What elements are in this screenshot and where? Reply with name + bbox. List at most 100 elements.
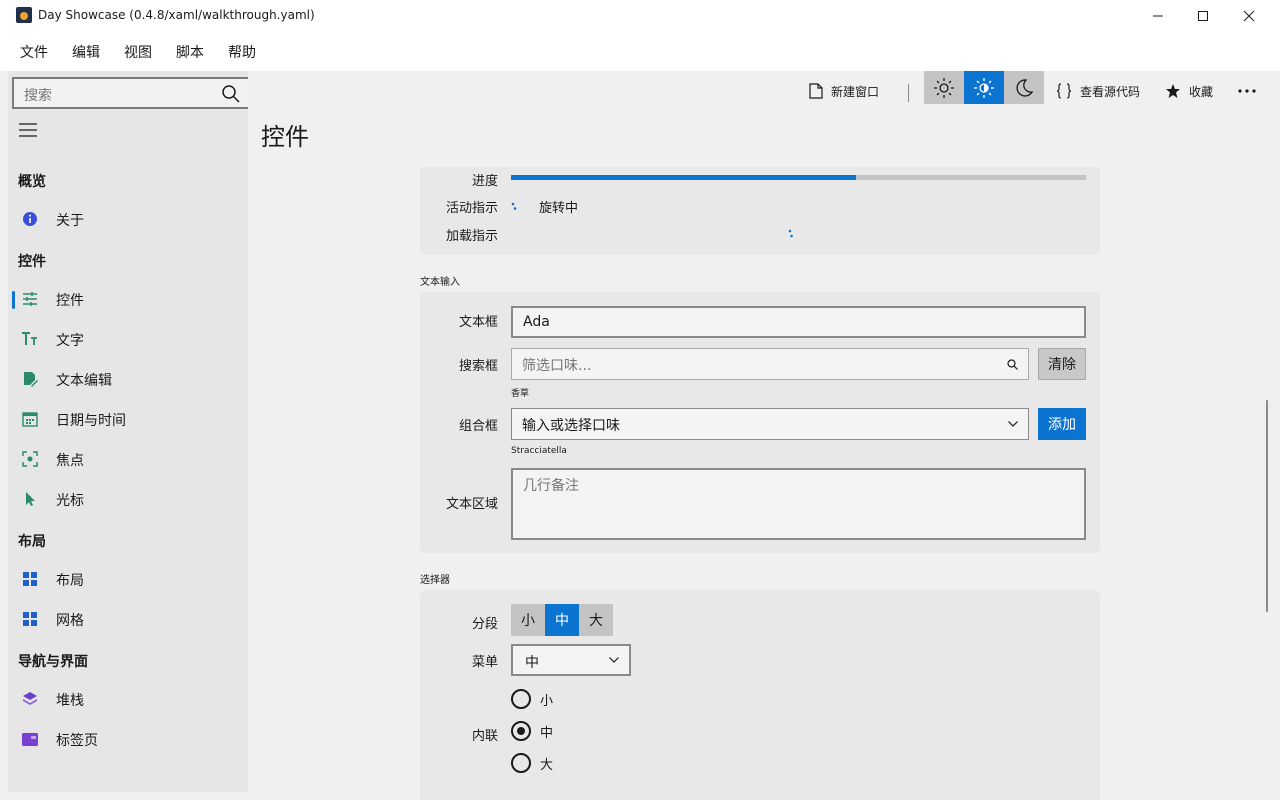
inline-radio-label: 内联 xyxy=(471,729,498,744)
segment-medium[interactable]: 中 xyxy=(545,604,579,636)
textbox-input[interactable]: Ada xyxy=(511,306,1086,338)
search-icon[interactable] xyxy=(221,84,241,104)
menu-view[interactable]: 视图 xyxy=(124,42,152,62)
searchbox-input[interactable]: 筛选口味... xyxy=(511,348,1029,380)
maximize-button[interactable] xyxy=(1180,0,1226,32)
sidebar-item-cursor[interactable]: 光标 xyxy=(8,481,248,517)
sidebar-item-tabs[interactable]: 标签页 xyxy=(8,721,248,757)
loading-dots-icon xyxy=(788,229,793,238)
status-card xyxy=(420,167,1100,255)
radio-large[interactable]: 大 xyxy=(511,752,631,776)
spinner-icon xyxy=(511,202,517,210)
cursor-icon xyxy=(26,492,35,506)
chevron-down-icon[interactable] xyxy=(1008,421,1018,427)
toolbar: 新建窗口 查看源代码 收藏 xyxy=(248,71,1280,111)
minimize-button[interactable] xyxy=(1135,0,1181,32)
light-theme-button[interactable] xyxy=(924,71,964,104)
menu-bar: 文件 编辑 视图 脚本 帮助 xyxy=(0,32,1280,71)
sidebar: 搜索 概览 关于 控件 控件 文字 文本编辑 日期与时间 焦点 光标 布局 布局… xyxy=(8,71,251,792)
segment-label: 分段 xyxy=(471,617,498,632)
radio-button-checked[interactable] xyxy=(511,721,531,741)
sidebar-item-controls[interactable]: 控件 xyxy=(8,281,248,317)
chevron-down-icon xyxy=(609,657,619,663)
sidebar-item-focus[interactable]: 焦点 xyxy=(8,441,248,477)
info-icon xyxy=(23,212,37,226)
search-icon xyxy=(1007,359,1018,370)
sidebar-item-text[interactable]: 文字 xyxy=(8,321,248,357)
progress-label: 进度 xyxy=(471,174,498,189)
close-icon xyxy=(1243,10,1255,22)
searchbox-label: 搜索框 xyxy=(458,359,498,374)
activity-text: 旋转中 xyxy=(539,201,579,216)
star-icon xyxy=(1166,84,1180,98)
menu-file[interactable]: 文件 xyxy=(20,42,48,62)
sliders-icon xyxy=(23,292,37,306)
progress-fill xyxy=(511,175,856,180)
menu-select[interactable]: 中 xyxy=(511,644,631,676)
sun-icon xyxy=(934,77,954,98)
progress-bar xyxy=(511,175,1086,180)
radio-button[interactable] xyxy=(511,753,531,773)
loading-label: 加载指示 xyxy=(445,229,498,244)
sidebar-item-layout[interactable]: 布局 xyxy=(8,561,248,597)
text-icon xyxy=(22,332,37,345)
new-window-button[interactable]: 新建窗口 xyxy=(809,71,879,111)
radio-button[interactable] xyxy=(511,689,531,709)
page-title: 控件 xyxy=(261,123,309,151)
segmented-control: 小 中 大 xyxy=(511,604,613,636)
textarea-label: 文本区域 xyxy=(445,497,498,512)
toolbar-separator xyxy=(908,84,909,102)
selectors-group-title: 选择器 xyxy=(420,575,450,586)
radio-small[interactable]: 小 xyxy=(511,688,631,712)
hamburger-menu-icon[interactable] xyxy=(19,123,37,137)
auto-theme-icon xyxy=(974,77,994,98)
content-area: 进度 活动指示 旋转中 加载指示 文本输入 文本框 Ada 搜索框 筛选口味..… xyxy=(248,167,1268,800)
search-input[interactable]: 搜索 xyxy=(24,85,52,105)
minimize-icon xyxy=(1153,15,1163,17)
sidebar-section-navigation: 导航与界面 xyxy=(18,654,88,670)
app-logo-icon xyxy=(16,7,32,23)
combobox-input[interactable]: 输入或选择口味 xyxy=(511,408,1029,440)
add-button[interactable]: 添加 xyxy=(1038,408,1086,440)
more-options-button[interactable] xyxy=(1238,71,1264,111)
menu-script[interactable]: 脚本 xyxy=(176,42,204,62)
edit-document-icon xyxy=(24,372,38,387)
close-button[interactable] xyxy=(1226,0,1272,32)
more-icon xyxy=(1238,89,1256,93)
auto-theme-button[interactable] xyxy=(964,71,1004,104)
view-source-button[interactable]: 查看源代码 xyxy=(1056,71,1140,111)
grid-icon xyxy=(23,612,37,626)
segment-small[interactable]: 小 xyxy=(511,604,545,636)
calendar-icon xyxy=(22,412,38,427)
text-input-group-title: 文本输入 xyxy=(420,277,460,288)
maximize-icon xyxy=(1198,11,1208,21)
layout-grid-icon xyxy=(23,572,37,586)
clear-button[interactable]: 清除 xyxy=(1038,348,1086,380)
favorite-button[interactable]: 收藏 xyxy=(1165,71,1213,111)
dark-theme-button[interactable] xyxy=(1004,71,1044,104)
combobox-label: 组合框 xyxy=(458,419,498,434)
sidebar-item-about[interactable]: 关于 xyxy=(8,201,248,237)
sidebar-item-text-editing[interactable]: 文本编辑 xyxy=(8,361,248,397)
menu-edit[interactable]: 编辑 xyxy=(72,42,100,62)
focus-icon xyxy=(22,451,38,467)
radio-medium[interactable]: 中 xyxy=(511,720,631,744)
document-icon xyxy=(809,83,823,99)
sidebar-section-overview: 概览 xyxy=(18,174,46,190)
combobox-helper: Stracciatella xyxy=(511,446,567,456)
menu-select-label: 菜单 xyxy=(471,655,498,670)
sidebar-item-date-time[interactable]: 日期与时间 xyxy=(8,401,248,437)
textarea-input[interactable]: 几行备注 xyxy=(511,468,1086,540)
code-braces-icon xyxy=(1056,83,1072,99)
sidebar-item-grid[interactable]: 网格 xyxy=(8,601,248,637)
search-box[interactable]: 搜索 xyxy=(12,77,251,109)
stack-icon xyxy=(23,692,37,705)
window-title: Day Showcase (0.4.8/xaml/walkthrough.yam… xyxy=(38,8,315,22)
vertical-scrollbar[interactable] xyxy=(1266,400,1268,612)
segment-large[interactable]: 大 xyxy=(579,604,613,636)
sidebar-item-stack[interactable]: 堆栈 xyxy=(8,681,248,717)
menu-help[interactable]: 帮助 xyxy=(228,42,256,62)
sidebar-section-layout: 布局 xyxy=(18,534,46,550)
tabs-icon xyxy=(22,733,38,746)
sidebar-section-controls: 控件 xyxy=(18,254,46,270)
